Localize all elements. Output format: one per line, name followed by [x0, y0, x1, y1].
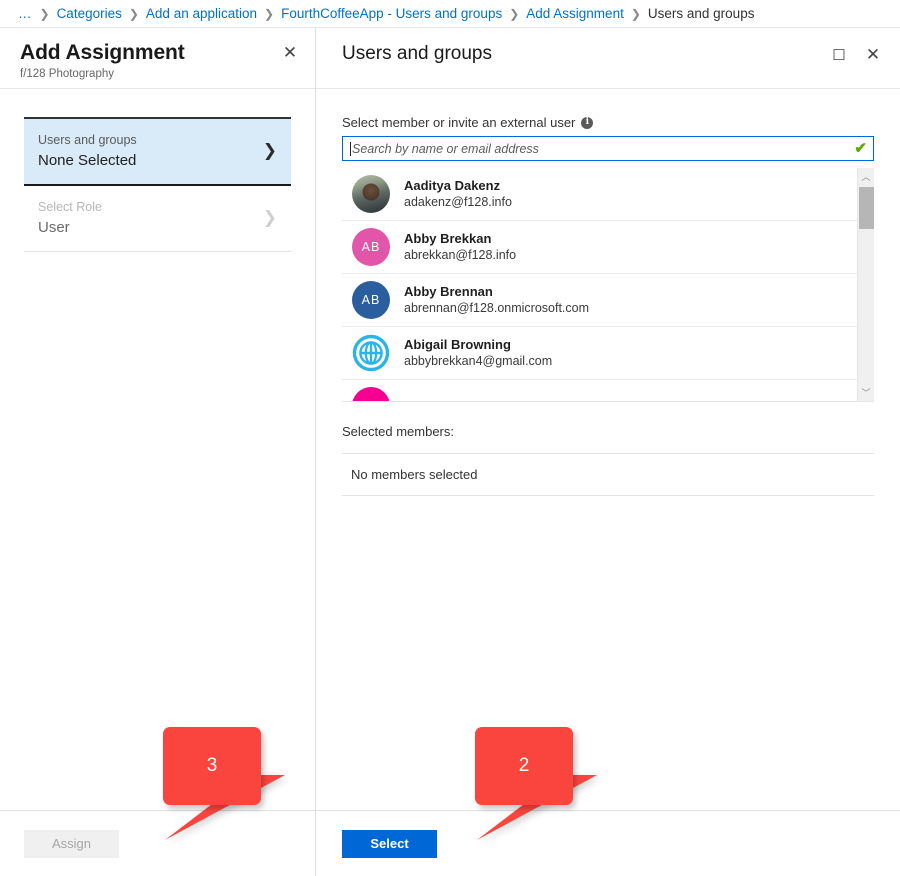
callout-number-2: 2: [519, 755, 530, 777]
blade-title: Users and groups: [342, 44, 492, 65]
maximize-icon[interactable]: ☐: [830, 46, 848, 64]
user-list-scrollbar[interactable]: ︿ ﹀: [857, 168, 874, 401]
checkmark-icon: ✔: [854, 141, 867, 156]
close-icon[interactable]: ✕: [281, 44, 299, 62]
search-input[interactable]: [352, 142, 850, 156]
list-item-name: Aaditya Dakenz: [404, 177, 512, 195]
add-assignment-header: Add Assignment f/128 Photography ✕: [0, 28, 315, 89]
user-list-container: Aaditya Dakenz adakenz@f128.info AB Abby…: [342, 168, 874, 402]
list-item-email: abbybrekkan4@gmail.com: [404, 353, 552, 370]
list-item-name: Abby Brekkan: [404, 230, 516, 248]
search-box[interactable]: ✔: [342, 136, 874, 161]
selected-members-label: Selected members:: [342, 424, 874, 439]
card-users-and-groups-label: Users and groups: [38, 131, 137, 149]
list-item-email: adakenz@f128.info: [404, 194, 512, 211]
search-field-label: Select member or invite an external user…: [342, 115, 874, 130]
scroll-up-icon[interactable]: ︿: [858, 168, 874, 185]
breadcrumb: … ❯ Categories ❯ Add an application ❯ Fo…: [0, 0, 900, 28]
selected-members-box: No members selected: [342, 453, 874, 496]
breadcrumb-item-add-an-application[interactable]: Add an application: [146, 6, 257, 21]
close-icon[interactable]: ✕: [864, 46, 882, 64]
breadcrumb-item-categories[interactable]: Categories: [57, 6, 122, 21]
chevron-right-icon: ❯: [263, 210, 277, 227]
assign-button[interactable]: Assign: [24, 830, 119, 858]
card-users-and-groups-text: Users and groups None Selected: [38, 131, 137, 171]
list-item-email: abrennan@f128.onmicrosoft.com: [404, 300, 589, 317]
users-and-groups-body: Select member or invite an external user…: [316, 89, 900, 810]
avatar: AB: [352, 281, 390, 319]
card-select-role-text: Select Role User: [38, 198, 102, 238]
no-members-text: No members selected: [351, 467, 477, 482]
select-button[interactable]: Select: [342, 830, 437, 858]
scrollbar-thumb[interactable]: [859, 187, 874, 229]
breadcrumb-item-fourthcoffeeapp[interactable]: FourthCoffeeApp - Users and groups: [281, 6, 502, 21]
list-item-text: Aaditya Dakenz adakenz@f128.info: [404, 177, 512, 211]
avatar: [352, 334, 390, 372]
list-item-text: Abby Brennan abrennan@f128.onmicrosoft.c…: [404, 283, 589, 317]
card-users-and-groups[interactable]: Users and groups None Selected ❯: [24, 119, 291, 186]
card-select-role-label: Select Role: [38, 198, 102, 216]
list-item-name: Abby Brennan: [404, 283, 589, 301]
list-item-partial[interactable]: [342, 380, 857, 401]
page-title: Add Assignment: [20, 42, 185, 64]
add-assignment-title-group: Add Assignment f/128 Photography: [20, 42, 185, 80]
avatar-initials: AB: [362, 240, 381, 254]
text-caret: [350, 142, 351, 156]
list-item-name: Abigail Browning: [404, 336, 552, 354]
list-item[interactable]: AB Abby Brekkan abrekkan@f128.info: [342, 221, 857, 274]
breadcrumb-separator-icon: ❯: [129, 7, 139, 21]
users-and-groups-footer: Select: [316, 810, 900, 876]
chevron-right-icon: ❯: [263, 143, 277, 160]
list-item[interactable]: Aaditya Dakenz adakenz@f128.info: [342, 168, 857, 221]
breadcrumb-separator-icon: ❯: [509, 7, 519, 21]
list-item-text: Abigail Browning abbybrekkan4@gmail.com: [404, 336, 552, 370]
users-and-groups-header: Users and groups ☐ ✕: [316, 28, 900, 89]
breadcrumb-separator-icon: ❯: [264, 7, 274, 21]
list-item-text: Abby Brekkan abrekkan@f128.info: [404, 230, 516, 264]
card-users-and-groups-value: None Selected: [38, 150, 137, 171]
breadcrumb-separator-icon: ❯: [631, 7, 641, 21]
callout-badge-2: 2: [475, 727, 573, 805]
blades-container: Add Assignment f/128 Photography ✕ Users…: [0, 28, 900, 876]
user-list: Aaditya Dakenz adakenz@f128.info AB Abby…: [342, 168, 857, 401]
breadcrumb-item-users-and-groups-current: Users and groups: [648, 6, 755, 21]
add-assignment-body: Users and groups None Selected ❯ Select …: [0, 89, 315, 810]
card-select-role-value: User: [38, 217, 102, 238]
globe-icon: [352, 334, 390, 372]
breadcrumb-item-add-assignment[interactable]: Add Assignment: [526, 6, 624, 21]
users-and-groups-blade: Users and groups ☐ ✕ Select member or in…: [316, 28, 900, 876]
callout-number-3: 3: [207, 755, 218, 777]
add-assignment-header-actions: ✕: [281, 42, 299, 62]
list-item[interactable]: Abigail Browning abbybrekkan4@gmail.com: [342, 327, 857, 380]
breadcrumb-separator-icon: ❯: [40, 7, 50, 21]
list-item-email: abrekkan@f128.info: [404, 247, 516, 264]
list-item[interactable]: AB Abby Brennan abrennan@f128.onmicrosof…: [342, 274, 857, 327]
callout-badge-3: 3: [163, 727, 261, 805]
users-and-groups-header-actions: ☐ ✕: [830, 44, 882, 64]
search-field-label-text: Select member or invite an external user: [342, 115, 575, 130]
info-icon[interactable]: i: [581, 117, 593, 129]
scroll-down-icon[interactable]: ﹀: [858, 384, 874, 401]
card-select-role[interactable]: Select Role User ❯: [24, 186, 291, 252]
avatar-initials: AB: [362, 293, 381, 307]
add-assignment-blade: Add Assignment f/128 Photography ✕ Users…: [0, 28, 316, 876]
avatar: AB: [352, 228, 390, 266]
avatar: [352, 175, 390, 213]
page-subtitle: f/128 Photography: [20, 68, 185, 80]
assignment-card-list: Users and groups None Selected ❯ Select …: [24, 117, 291, 252]
avatar: [352, 387, 390, 401]
breadcrumb-item-ellipsis[interactable]: …: [18, 6, 33, 21]
